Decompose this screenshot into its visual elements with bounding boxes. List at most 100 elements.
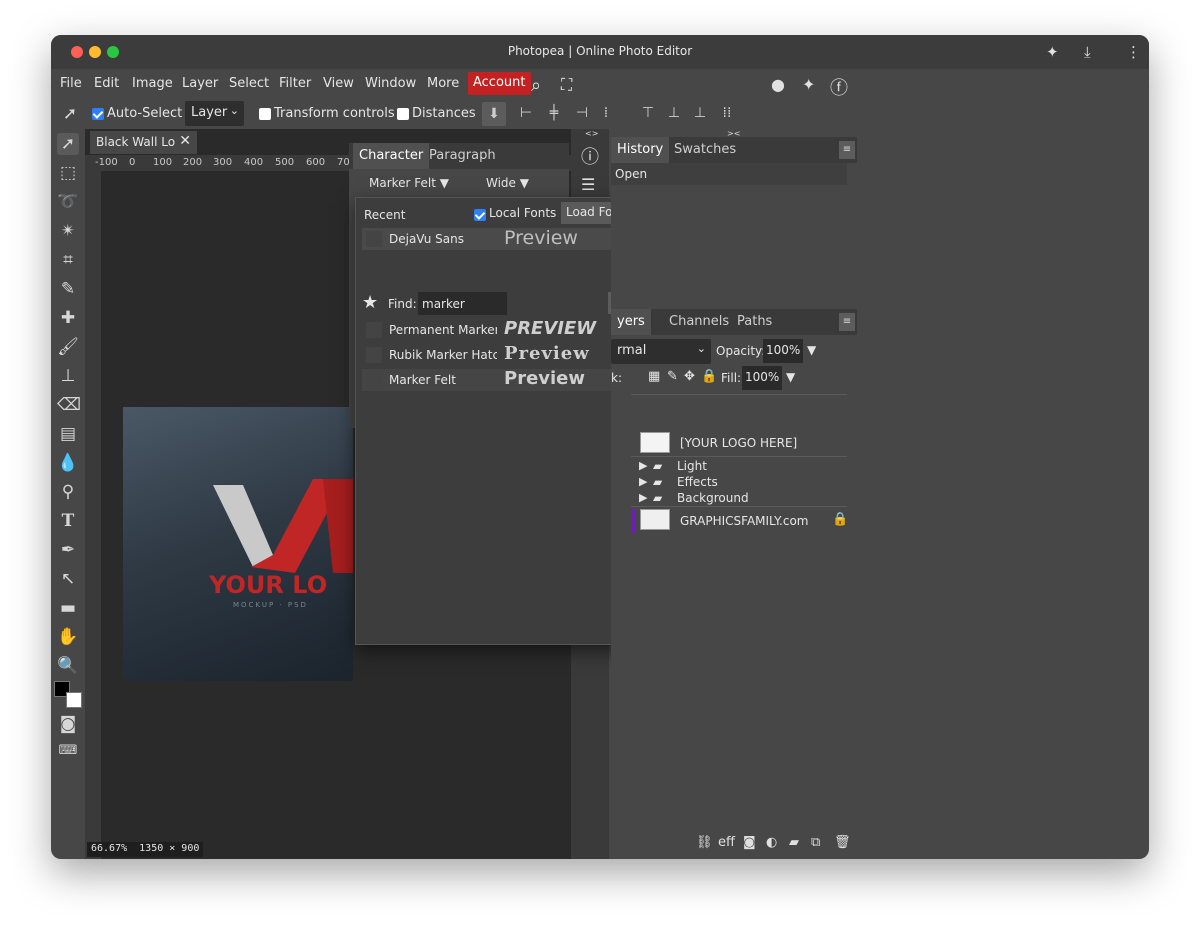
font-row-recent[interactable]: DejaVu Sans Preview bbox=[362, 227, 625, 250]
healing-brush-tool-icon[interactable]: ✚ bbox=[57, 307, 79, 329]
layer-name[interactable]: Effects bbox=[677, 475, 887, 491]
lock-transparency-icon[interactable]: ▦ bbox=[648, 369, 660, 384]
menu-file[interactable]: File bbox=[60, 76, 82, 91]
twitter-icon[interactable]: ✦ bbox=[802, 75, 815, 94]
folder-icon[interactable]: ▰ bbox=[789, 835, 799, 850]
layer-name[interactable]: [YOUR LOGO HERE] bbox=[680, 436, 890, 452]
opacity-input[interactable]: 100% bbox=[763, 339, 803, 363]
hand-tool-icon[interactable]: ✋ bbox=[57, 626, 79, 648]
align-left-icon[interactable]: ⊢ bbox=[517, 105, 535, 123]
layer-name[interactable]: GRAPHICSFAMILY.com bbox=[680, 514, 890, 530]
menu-select[interactable]: Select bbox=[229, 76, 269, 91]
align-middle-icon[interactable]: ⊥ bbox=[665, 105, 683, 123]
local-fonts-checkbox[interactable] bbox=[474, 209, 486, 221]
distribute-icon[interactable]: ⁞ bbox=[597, 105, 615, 123]
adjustment-icon[interactable]: ◐ bbox=[766, 835, 777, 850]
expand-triangle-icon[interactable]: ▶ bbox=[639, 491, 647, 504]
menu-image[interactable]: Image bbox=[132, 76, 173, 91]
favorite-star-icon[interactable] bbox=[366, 322, 382, 338]
type-tool-icon[interactable]: T bbox=[57, 510, 79, 532]
kebab-menu-icon[interactable]: ⋮ bbox=[1126, 43, 1141, 61]
account-button[interactable]: Account bbox=[468, 72, 531, 95]
expand-arrows-icon[interactable]: <> bbox=[585, 129, 598, 138]
document-tab[interactable]: Black Wall Lo ✕ bbox=[90, 131, 197, 154]
download-arrow-icon[interactable]: ⬇ bbox=[482, 102, 506, 126]
tab-swatches[interactable]: Swatches bbox=[668, 137, 742, 163]
tab-character[interactable]: Character bbox=[353, 143, 430, 169]
panel-menu-icon[interactable]: ≡ bbox=[839, 141, 855, 159]
star-filter-icon[interactable]: ★ bbox=[362, 292, 378, 313]
panel-menu-icon[interactable]: ≡ bbox=[839, 313, 855, 331]
font-row-result-selected[interactable]: Marker Felt Preview bbox=[362, 368, 625, 391]
lock-all-icon[interactable]: 🔒 bbox=[701, 369, 717, 384]
new-layer-icon[interactable]: ⧉ bbox=[811, 835, 820, 850]
marquee-tool-icon[interactable]: ⬚ bbox=[57, 162, 79, 184]
layer-select[interactable]: Layer ⌄ bbox=[185, 101, 244, 126]
keyboard-icon[interactable]: ⌨ bbox=[57, 740, 79, 762]
menu-edit[interactable]: Edit bbox=[94, 76, 119, 91]
quick-mask-icon[interactable]: ◙ bbox=[57, 713, 79, 735]
auto-select-checkbox[interactable] bbox=[92, 108, 104, 120]
align-top-icon[interactable]: ⊤ bbox=[639, 105, 657, 123]
reddit-icon[interactable]: ● bbox=[771, 75, 785, 94]
search-icon[interactable]: ⌕ bbox=[531, 75, 541, 96]
font-row-result[interactable]: Permanent Marker PREVIEW bbox=[362, 318, 625, 341]
font-family-select[interactable]: Marker Felt ▼ bbox=[369, 176, 449, 190]
trash-icon[interactable]: 🗑 bbox=[834, 835, 851, 850]
effects-icon[interactable]: eff bbox=[718, 835, 735, 850]
zoom-tool-icon[interactable]: 🔍 bbox=[57, 655, 79, 677]
expand-triangle-icon[interactable]: ▶ bbox=[639, 475, 647, 488]
background-color-swatch[interactable] bbox=[66, 692, 82, 708]
tab-layers[interactable]: yers bbox=[611, 309, 651, 335]
layer-name[interactable]: Light bbox=[677, 459, 887, 475]
blur-tool-icon[interactable]: 💧 bbox=[57, 452, 79, 474]
layer-name[interactable]: Background bbox=[677, 491, 887, 507]
menu-view[interactable]: View bbox=[323, 76, 354, 91]
brush-tool-icon[interactable]: 🖌 bbox=[57, 336, 79, 358]
extensions-icon[interactable]: ✦ bbox=[1046, 43, 1059, 61]
menu-window[interactable]: Window bbox=[365, 76, 416, 91]
crop-tool-icon[interactable]: ⌗ bbox=[57, 249, 79, 271]
menu-more[interactable]: More bbox=[427, 76, 459, 91]
history-item[interactable]: Open bbox=[611, 163, 847, 185]
expand-triangle-icon[interactable]: ▶ bbox=[639, 459, 647, 472]
align-center-icon[interactable]: ╪ bbox=[545, 105, 563, 123]
lock-pixels-icon[interactable]: ✎ bbox=[667, 369, 678, 384]
link-icon[interactable]: ⛓ bbox=[696, 835, 713, 850]
tab-paragraph[interactable]: Paragraph bbox=[423, 143, 502, 169]
menu-filter[interactable]: Filter bbox=[279, 76, 311, 91]
pen-tool-icon[interactable]: ✒ bbox=[57, 539, 79, 561]
close-tab-icon[interactable]: ✕ bbox=[179, 133, 191, 149]
rectangle-tool-icon[interactable]: ▬ bbox=[57, 597, 79, 619]
download-icon[interactable]: ⤓ bbox=[1084, 43, 1091, 61]
favorite-star-icon[interactable] bbox=[366, 372, 382, 388]
transform-controls-checkbox[interactable] bbox=[259, 108, 271, 120]
font-row-result[interactable]: Rubik Marker Hatch Preview bbox=[362, 343, 625, 366]
distances-checkbox[interactable] bbox=[397, 108, 409, 120]
clone-stamp-tool-icon[interactable]: ⊥ bbox=[57, 365, 79, 387]
fill-input[interactable]: 100% bbox=[742, 366, 782, 390]
properties-icon[interactable]: ☰ bbox=[581, 175, 595, 194]
favorite-star-icon[interactable] bbox=[366, 231, 382, 247]
blend-mode-select[interactable]: rmal ⌄ bbox=[611, 339, 711, 364]
magic-wand-tool-icon[interactable]: ✴ bbox=[57, 220, 79, 242]
tab-history[interactable]: History bbox=[611, 137, 670, 163]
menu-layer[interactable]: Layer bbox=[182, 76, 218, 91]
lasso-tool-icon[interactable]: ➰ bbox=[57, 191, 79, 213]
fullscreen-icon[interactable]: ⛶ bbox=[561, 75, 572, 95]
dropdown-arrow-icon[interactable]: ▼ bbox=[786, 370, 795, 384]
align-right-icon[interactable]: ⊣ bbox=[573, 105, 591, 123]
tab-paths[interactable]: Paths bbox=[731, 309, 778, 335]
align-bottom-icon[interactable]: ⊥ bbox=[691, 105, 709, 123]
font-style-select[interactable]: Wide ▼ bbox=[486, 176, 529, 190]
mask-icon[interactable]: ◙ bbox=[743, 835, 756, 850]
info-icon[interactable]: ⓘ bbox=[581, 143, 599, 169]
gradient-tool-icon[interactable]: ▤ bbox=[57, 423, 79, 445]
move-tool-icon[interactable]: ➚ bbox=[57, 133, 79, 155]
canvas-image[interactable]: YOUR LO MOCKUP · PSD bbox=[123, 407, 353, 681]
distribute-horizontal-icon[interactable]: ⁞⁞ bbox=[716, 105, 738, 123]
facebook-icon[interactable]: ⓕ bbox=[830, 74, 848, 100]
dodge-tool-icon[interactable]: ⚲ bbox=[57, 481, 79, 503]
path-selection-tool-icon[interactable]: ↖ bbox=[57, 568, 79, 590]
find-font-input[interactable] bbox=[418, 292, 507, 315]
